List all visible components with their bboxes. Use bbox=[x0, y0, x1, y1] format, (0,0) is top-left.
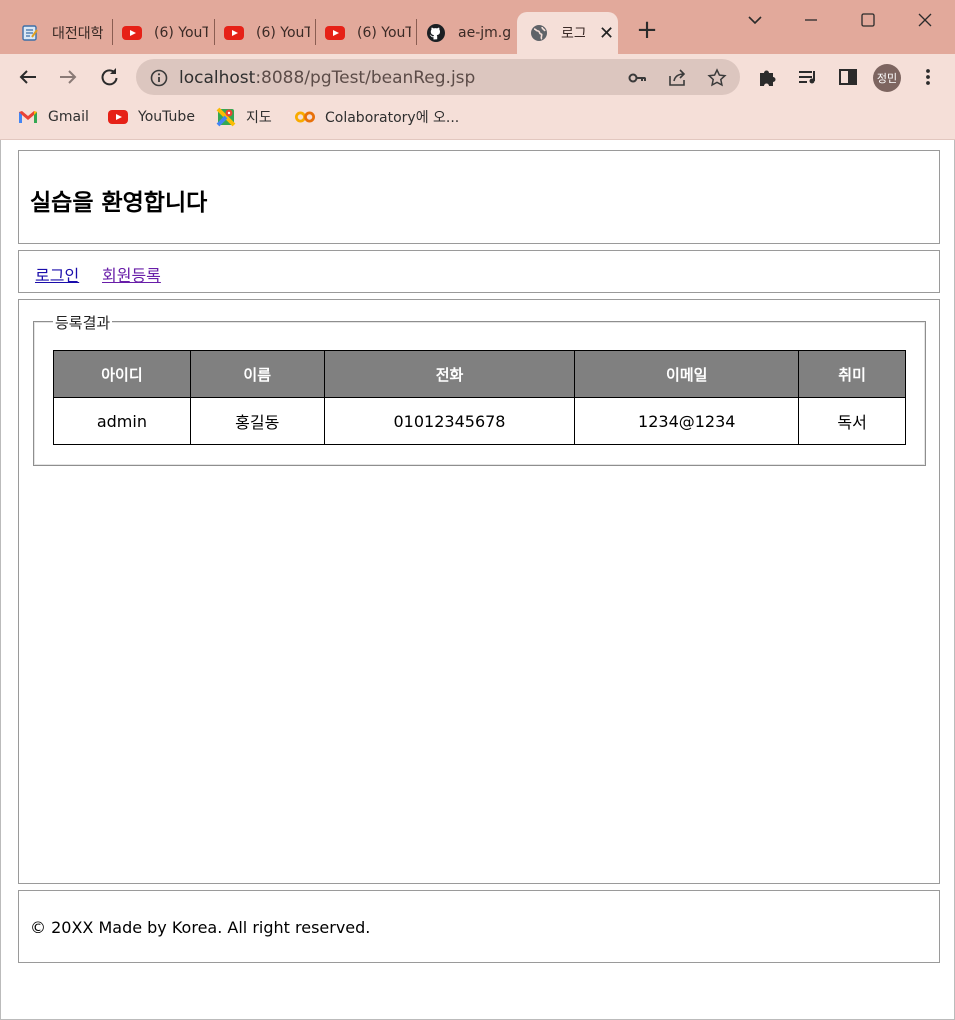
gmail-icon bbox=[18, 107, 38, 127]
bookmark-label: 지도 bbox=[246, 110, 272, 126]
close-window-button[interactable] bbox=[911, 6, 939, 34]
back-button[interactable] bbox=[14, 63, 42, 91]
bookmark-maps[interactable]: 지도 bbox=[216, 107, 272, 127]
table-header-row: 아이디 이름 전화 이메일 취미 bbox=[53, 350, 906, 398]
cell-id: admin bbox=[53, 397, 191, 445]
tab-title: (6) YouTube bbox=[256, 25, 310, 41]
result-table: 아이디 이름 전화 이메일 취미 admin 홍길동 01012345678 1… bbox=[53, 350, 906, 445]
notepad-icon bbox=[20, 23, 40, 43]
cell-hobby: 독서 bbox=[798, 397, 906, 445]
bookmark-label: Colaboratory에 오... bbox=[325, 110, 460, 126]
youtube-icon bbox=[224, 23, 244, 43]
page-nav: 로그인 회원등록 bbox=[18, 250, 940, 293]
page-viewport: 실습을 환영합니다 로그인 회원등록 등록결과 아이디 이름 전화 이메일 취미 bbox=[0, 140, 955, 1020]
register-link[interactable]: 회원등록 bbox=[102, 262, 161, 286]
url-path: :8088/pgTest/beanReg.jsp bbox=[255, 68, 476, 88]
key-icon[interactable] bbox=[626, 67, 648, 89]
maps-icon bbox=[216, 107, 236, 127]
colab-icon bbox=[295, 107, 315, 127]
info-icon[interactable] bbox=[148, 67, 170, 89]
tab-title: 대전대학 bbox=[52, 26, 104, 42]
minimize-button[interactable] bbox=[797, 6, 825, 34]
tab-youtube-3[interactable]: (6) YouTube bbox=[313, 12, 415, 54]
page-header: 실습을 환영합니다 bbox=[18, 150, 940, 244]
profile-avatar[interactable]: 정민 bbox=[873, 64, 901, 92]
table-row: admin 홍길동 01012345678 1234@1234 독서 bbox=[53, 397, 906, 445]
col-header-id: 아이디 bbox=[53, 350, 191, 398]
cell-name: 홍길동 bbox=[189, 397, 325, 445]
main-content: 등록결과 아이디 이름 전화 이메일 취미 admin 홍길동 01012345… bbox=[18, 299, 940, 884]
tab-strip: 대전대학 (6) YouTube (6) YouTube (6) YouTube… bbox=[0, 0, 955, 54]
browser-toolbar: localhost:8088/pgTest/beanReg.jsp 정민 bbox=[0, 54, 955, 100]
tab-active-login[interactable]: 로그인 ✕ bbox=[517, 12, 618, 54]
result-legend: 등록결과 bbox=[53, 312, 113, 333]
address-bar[interactable]: localhost:8088/pgTest/beanReg.jsp bbox=[136, 59, 740, 95]
url-host: localhost bbox=[179, 68, 256, 88]
url-text: localhost:8088/pgTest/beanReg.jsp bbox=[179, 68, 475, 88]
maximize-button[interactable] bbox=[854, 6, 882, 34]
youtube-icon bbox=[325, 23, 345, 43]
bookmark-label: YouTube bbox=[138, 109, 195, 125]
side-panel-icon[interactable] bbox=[834, 63, 862, 91]
menu-kebab-icon[interactable] bbox=[914, 63, 942, 91]
col-header-phone: 전화 bbox=[323, 350, 576, 398]
reload-button[interactable] bbox=[95, 63, 123, 91]
tab-title: (6) YouTube bbox=[154, 25, 208, 41]
tab-youtube-1[interactable]: (6) YouTube bbox=[110, 12, 212, 54]
tab-title: 로그인 bbox=[561, 26, 585, 42]
share-icon[interactable] bbox=[666, 67, 688, 89]
globe-icon bbox=[529, 23, 549, 43]
col-header-email: 이메일 bbox=[574, 350, 800, 398]
page-footer: © 20XX Made by Korea. All right reserved… bbox=[18, 890, 940, 963]
youtube-icon bbox=[122, 23, 142, 43]
tab-search-chevron-icon[interactable] bbox=[741, 6, 769, 34]
col-header-hobby: 취미 bbox=[798, 350, 906, 398]
tab-youtube-2[interactable]: (6) YouTube bbox=[212, 12, 314, 54]
media-control-icon[interactable] bbox=[794, 63, 822, 91]
bookmark-youtube[interactable]: YouTube bbox=[108, 107, 195, 127]
page-title: 실습을 환영합니다 bbox=[30, 190, 208, 216]
github-icon bbox=[426, 23, 446, 43]
tab-github[interactable]: ae-jm.github.io bbox=[414, 12, 516, 54]
bookmark-gmail[interactable]: Gmail bbox=[18, 107, 89, 127]
bookmark-label: Gmail bbox=[48, 109, 89, 125]
col-header-name: 이름 bbox=[189, 350, 325, 398]
footer-text: © 20XX Made by Korea. All right reserved… bbox=[30, 918, 371, 937]
login-link[interactable]: 로그인 bbox=[35, 262, 79, 286]
forward-button[interactable] bbox=[54, 63, 82, 91]
bookmark-star-icon[interactable] bbox=[706, 67, 728, 89]
tab-title: (6) YouTube bbox=[357, 25, 411, 41]
youtube-icon bbox=[108, 107, 128, 127]
tab-title: ae-jm.github.io bbox=[458, 25, 510, 41]
close-tab-icon[interactable]: ✕ bbox=[599, 23, 614, 44]
extensions-puzzle-icon[interactable] bbox=[754, 63, 782, 91]
bookmarks-bar: Gmail YouTube 지도 Colaboratory에 오... bbox=[0, 100, 955, 140]
cell-email: 1234@1234 bbox=[574, 397, 800, 445]
cell-phone: 01012345678 bbox=[323, 397, 576, 445]
bookmark-colab[interactable]: Colaboratory에 오... bbox=[295, 107, 459, 127]
tab-daejeon[interactable]: 대전대학 bbox=[8, 12, 108, 54]
new-tab-button[interactable]: + bbox=[634, 17, 660, 44]
